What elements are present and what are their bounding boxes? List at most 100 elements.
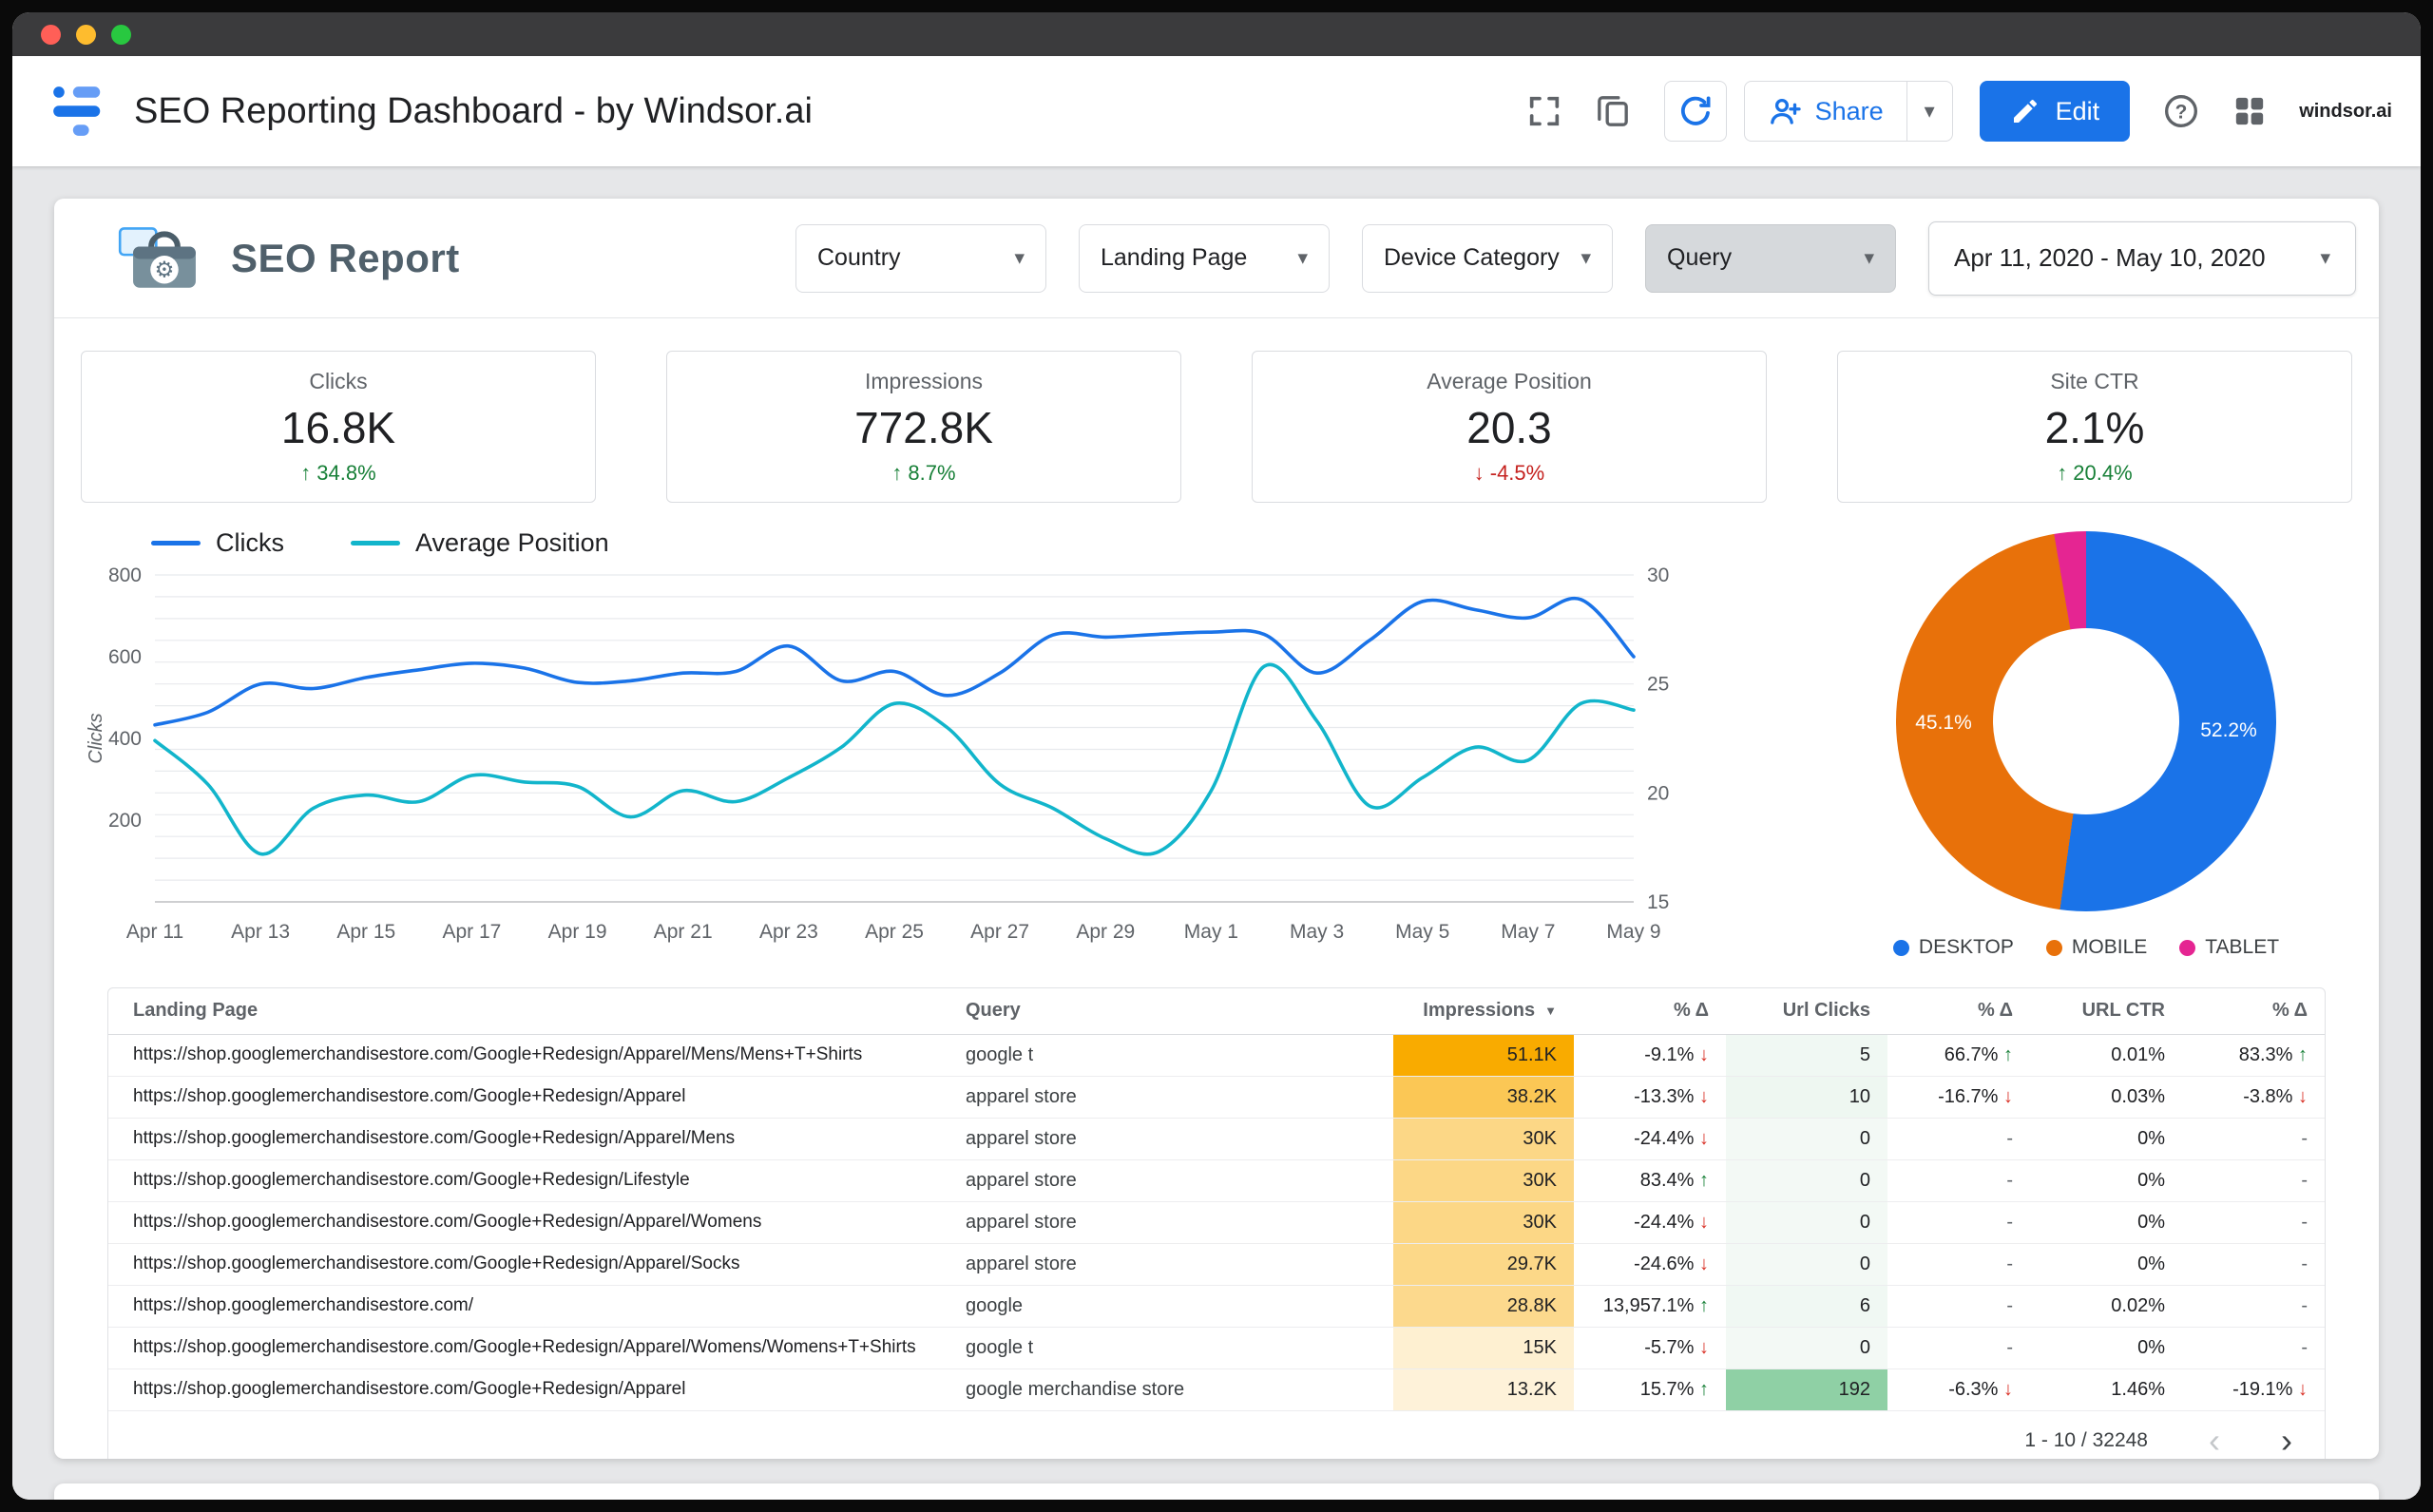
trend-down-icon: ↓ <box>1699 1253 1709 1274</box>
url-clicks-cell: 0 <box>1726 1159 1887 1202</box>
donut-legend-desktop[interactable]: DESKTOP <box>1892 936 2014 959</box>
svg-text:Apr 13: Apr 13 <box>231 921 290 943</box>
table-row[interactable]: https://shop.googlemerchandisestore.com/… <box>108 1243 2325 1286</box>
impressions-delta-cell: -24.4% ↓ <box>1574 1201 1726 1244</box>
column-header-url-clicks[interactable]: Url Clicks <box>1726 988 1887 1035</box>
share-dropdown-caret[interactable]: ▾ <box>1906 82 1952 141</box>
clicks-position-line-chart: 200 400 600 800 15 20 25 30 Apr 11 Apr 13 Apr 15 Ap… <box>86 565 1669 943</box>
chevron-down-icon: ▾ <box>1864 247 1874 269</box>
scorecard-value: 772.8K <box>854 402 993 452</box>
column-header--[interactable]: % Δ <box>1574 988 1726 1035</box>
landing-page-cell[interactable]: https://shop.googlemerchandisestore.com/ <box>108 1285 966 1328</box>
column-header--[interactable]: % Δ <box>1887 988 2030 1035</box>
window-titlebar <box>12 12 2421 56</box>
column-header-query[interactable]: Query <box>966 988 1393 1035</box>
table-row[interactable]: https://shop.googlemerchandisestore.com/… <box>108 1159 2325 1202</box>
fullscreen-icon[interactable] <box>1523 90 1565 132</box>
table-row[interactable]: https://shop.googlemerchandisestore.com/… <box>108 1076 2325 1119</box>
trend-down-icon: ↓ <box>1699 1043 1709 1065</box>
landing-page-cell[interactable]: https://shop.googlemerchandisestore.com/… <box>108 1327 966 1369</box>
chevron-down-icon: ▾ <box>2320 247 2330 269</box>
legend-item-clicks[interactable]: Clicks <box>151 528 284 558</box>
donut-legend-tablet[interactable]: TABLET <box>2179 936 2279 959</box>
pages-icon[interactable] <box>1592 90 1634 132</box>
window-minimize-button[interactable] <box>76 24 96 45</box>
clicks-delta-cell: -6.3% ↓ <box>1948 1378 2013 1400</box>
apps-grid-icon[interactable] <box>2229 90 2270 132</box>
column-header-impressions[interactable]: Impressions ▼ <box>1393 988 1574 1035</box>
column-header-url-ctr[interactable]: URL CTR <box>2030 988 2182 1035</box>
clicks-delta-cell: 66.7% ↑ <box>1887 1034 2030 1077</box>
page-title: SEO Reporting Dashboard - by Windsor.ai <box>134 90 813 131</box>
donut-legend-label: MOBILE <box>2071 936 2148 958</box>
landing-page-cell[interactable]: https://shop.googlemerchandisestore.com/… <box>108 1118 966 1160</box>
table-row[interactable]: https://shop.googlemerchandisestore.com/… <box>108 1327 2325 1369</box>
ctr-delta-cell: -3.8% ↓ <box>2182 1076 2325 1119</box>
charts-section: Clicks Average Position 200 400 600 800 15 20 2… <box>54 503 2379 959</box>
date-range-picker[interactable]: Apr 11, 2020 - May 10, 2020 ▾ <box>1928 220 2356 296</box>
pagination-next-icon[interactable]: › <box>2281 1423 2292 1458</box>
share-button-label: Share <box>1814 96 1884 125</box>
impressions-delta-cell: -24.4% ↓ <box>1574 1118 1726 1160</box>
trend-down-icon: ↓ <box>1699 1127 1709 1149</box>
ctr-delta-cell: - <box>2182 1201 2325 1244</box>
trend-down-icon: ↓ <box>2003 1085 2013 1107</box>
scorecard-site-ctr: Site CTR 2.1% ↑ 20.4% <box>1837 351 2352 503</box>
window-zoom-button[interactable] <box>111 24 131 45</box>
svg-text:25: 25 <box>1647 674 1669 696</box>
url-ctr-cell: 0% <box>2030 1243 2182 1286</box>
url-ctr-cell: 0.02% <box>2030 1285 2182 1328</box>
edit-button[interactable]: Edit <box>1979 81 2131 142</box>
filter-landing-page[interactable]: Landing Page ▾ <box>1079 223 1330 293</box>
landing-page-cell[interactable]: https://shop.googlemerchandisestore.com/… <box>108 1076 966 1119</box>
sort-descending-icon: ▼ <box>1544 1004 1557 1019</box>
landing-page-cell[interactable]: https://shop.googlemerchandisestore.com/… <box>108 1368 966 1410</box>
chevron-down-icon: ▾ <box>1297 247 1308 269</box>
landing-page-cell[interactable]: https://shop.googlemerchandisestore.com/… <box>108 1243 966 1286</box>
filter-label: Query <box>1667 244 1733 271</box>
url-clicks-cell: 0 <box>1726 1118 1887 1160</box>
column-header--[interactable]: % Δ <box>2182 988 2325 1035</box>
svg-text:20: 20 <box>1647 782 1669 804</box>
window-close-button[interactable] <box>41 24 61 45</box>
url-clicks-cell: 10 <box>1726 1076 1887 1119</box>
help-icon[interactable]: ? <box>2160 90 2202 132</box>
pagination-prev-icon[interactable]: ‹ <box>2209 1423 2220 1458</box>
legend-swatch <box>151 540 201 545</box>
legend-swatch <box>351 540 400 545</box>
table-row[interactable]: https://shop.googlemerchandisestore.com/… <box>108 1201 2325 1244</box>
app-header: SEO Reporting Dashboard - by Windsor.ai … <box>12 56 2421 166</box>
legend-item-average-position[interactable]: Average Position <box>351 528 609 558</box>
filter-country[interactable]: Country ▾ <box>795 223 1046 293</box>
landing-page-cell[interactable]: https://shop.googlemerchandisestore.com/… <box>108 1159 966 1202</box>
trend-up-icon: ↑ <box>2003 1043 2013 1065</box>
impressions-cell: 38.2K <box>1393 1076 1574 1119</box>
filter-device-category[interactable]: Device Category ▾ <box>1362 223 1613 293</box>
report-header: ⚙ SEO Report Country ▾ Landing Page ▾ Device… <box>54 199 2379 318</box>
clicks-delta-cell: - <box>1887 1201 2030 1244</box>
table-row[interactable]: https://shop.googlemerchandisestore.com/… <box>108 1285 2325 1328</box>
trend-up-icon: ↑ <box>891 460 903 485</box>
url-ctr-cell: 0.01% <box>2030 1034 2182 1077</box>
svg-text:May 1: May 1 <box>1184 921 1238 943</box>
donut-legend-mobile[interactable]: MOBILE <box>2045 936 2148 959</box>
scorecard-value: 16.8K <box>280 402 396 452</box>
impressions-cell: 28.8K <box>1393 1285 1574 1328</box>
query-cell: google t <box>966 1327 1393 1369</box>
refresh-button[interactable] <box>1663 81 1727 142</box>
svg-text:Apr 21: Apr 21 <box>654 921 713 943</box>
query-cell: apparel store <box>966 1159 1393 1202</box>
donut-plot: 52.2% 45.1% <box>1896 531 2276 911</box>
share-button[interactable]: Share ▾ <box>1743 81 1953 142</box>
person-add-icon <box>1770 98 1801 124</box>
filter-query[interactable]: Query ▾ <box>1645 223 1896 293</box>
table-row[interactable]: https://shop.googlemerchandisestore.com/… <box>108 1034 2325 1077</box>
landing-page-cell[interactable]: https://shop.googlemerchandisestore.com/… <box>108 1201 966 1244</box>
landing-page-cell[interactable]: https://shop.googlemerchandisestore.com/… <box>108 1034 966 1077</box>
column-header-landing-page[interactable]: Landing Page <box>108 988 966 1035</box>
table-row[interactable]: https://shop.googlemerchandisestore.com/… <box>108 1368 2325 1410</box>
url-ctr-cell: 0.03% <box>2030 1076 2182 1119</box>
pencil-icon <box>2013 100 2037 123</box>
svg-text:Apr 15: Apr 15 <box>336 921 395 943</box>
table-row[interactable]: https://shop.googlemerchandisestore.com/… <box>108 1118 2325 1160</box>
